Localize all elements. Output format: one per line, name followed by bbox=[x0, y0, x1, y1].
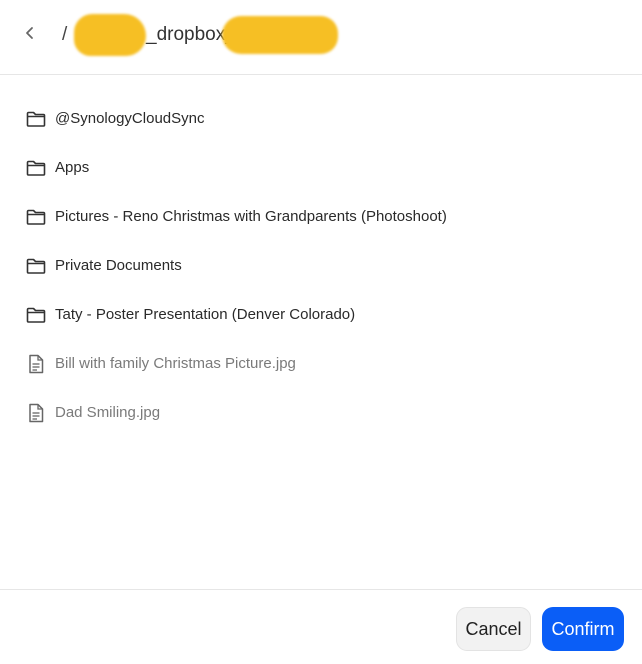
folder-item[interactable]: Private Documents bbox=[0, 241, 642, 290]
folder-picker-dialog: / _dropbox_1 @SynologyCloudSync Apps Pictu… bbox=[0, 0, 642, 664]
redaction-mark bbox=[222, 16, 338, 54]
folder-icon bbox=[26, 158, 46, 178]
item-label: Pictures - Reno Christmas with Grandpare… bbox=[55, 208, 447, 225]
confirm-button[interactable]: Confirm bbox=[542, 607, 624, 651]
item-label: Dad Smiling.jpg bbox=[55, 404, 161, 421]
folder-item[interactable]: @SynologyCloudSync bbox=[0, 94, 642, 143]
folder-item[interactable]: Apps bbox=[0, 143, 642, 192]
cancel-button[interactable]: Cancel bbox=[456, 607, 531, 651]
item-label: Apps bbox=[55, 159, 90, 176]
dialog-header: / _dropbox_1 bbox=[0, 0, 642, 75]
folder-icon bbox=[26, 207, 46, 227]
folder-icon bbox=[26, 256, 46, 276]
file-icon bbox=[26, 354, 46, 374]
chevron-left-icon bbox=[24, 26, 36, 45]
file-item[interactable]: Bill with family Christmas Picture.jpg bbox=[0, 339, 642, 388]
file-item[interactable]: Dad Smiling.jpg bbox=[0, 388, 642, 437]
folder-item[interactable]: Taty - Poster Presentation (Denver Color… bbox=[0, 290, 642, 339]
item-label: Taty - Poster Presentation (Denver Color… bbox=[55, 306, 356, 323]
folder-icon bbox=[26, 305, 46, 325]
item-label: Bill with family Christmas Picture.jpg bbox=[55, 355, 296, 372]
file-list: @SynologyCloudSync Apps Pictures - Reno Ch… bbox=[0, 94, 642, 437]
path-separator: / bbox=[62, 24, 68, 45]
redaction-mark bbox=[74, 14, 146, 56]
back-button[interactable] bbox=[18, 23, 42, 47]
item-label: Private Documents bbox=[55, 257, 182, 274]
dialog-footer: Cancel Confirm bbox=[0, 589, 642, 664]
file-icon bbox=[26, 403, 46, 423]
item-label: @SynologyCloudSync bbox=[55, 110, 205, 127]
folder-icon bbox=[26, 109, 46, 129]
folder-item[interactable]: Pictures - Reno Christmas with Grandpare… bbox=[0, 192, 642, 241]
